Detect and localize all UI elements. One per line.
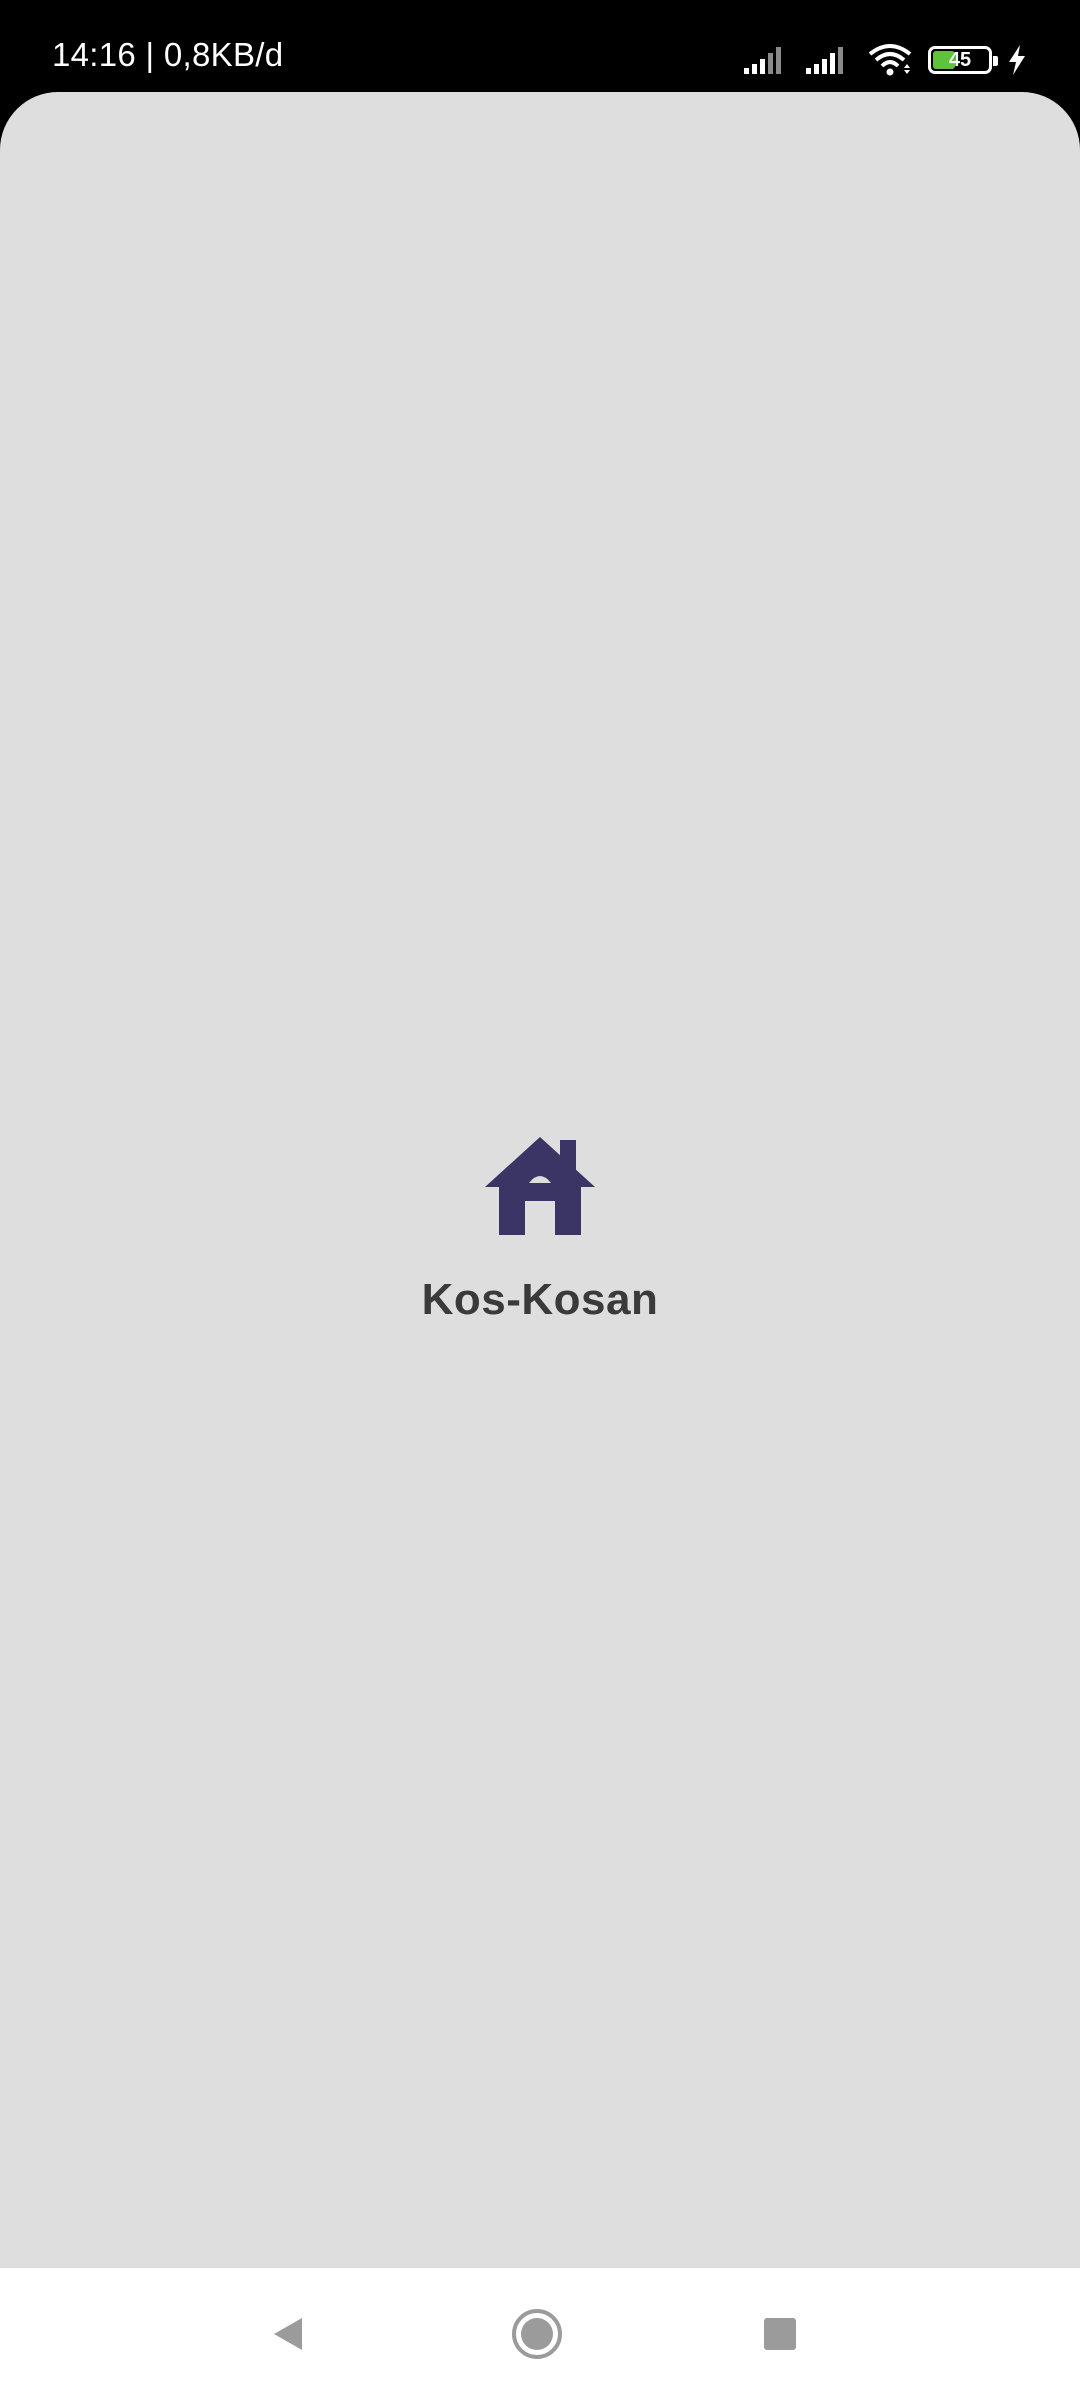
signal-icon (806, 47, 843, 74)
splash-content: Kos-Kosan (0, 1135, 1080, 1325)
recents-button[interactable] (750, 2304, 810, 2364)
app-title: Kos-Kosan (421, 1275, 659, 1324)
status-bar: 14:16 | 0,8KB/d 45 (0, 0, 1080, 95)
recents-icon (764, 2318, 796, 2350)
navigation-bar (0, 2268, 1080, 2400)
battery-level: 45 (948, 49, 972, 71)
wifi-icon (868, 44, 912, 76)
back-icon (274, 2318, 302, 2350)
battery-icon: 45 (928, 46, 998, 74)
home-button[interactable] (507, 2304, 567, 2364)
status-time-speed: 14:16 | 0,8KB/d (52, 36, 284, 73)
back-button[interactable] (258, 2304, 318, 2364)
charging-icon (1009, 45, 1025, 75)
home-icon (512, 2309, 562, 2359)
signal-icon (744, 47, 781, 74)
status-icons: 45 (742, 40, 1028, 80)
splash-screen: Kos-Kosan (0, 92, 1080, 2268)
house-icon (485, 1137, 595, 1235)
